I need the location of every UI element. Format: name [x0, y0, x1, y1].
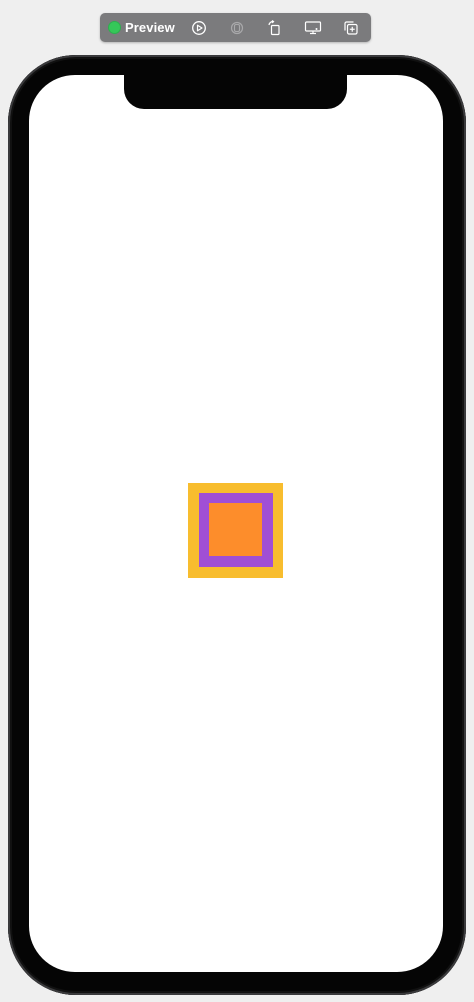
device-notch: [124, 74, 347, 109]
rotate-device-icon[interactable]: [266, 19, 284, 37]
device-settings-icon[interactable]: [304, 19, 322, 37]
preview-canvas: Preview: [0, 0, 474, 1002]
preview-title: Preview: [125, 20, 175, 35]
preview-toolbar: Preview: [100, 13, 371, 42]
preview-variants-icon: [228, 19, 246, 37]
live-status-dot: [108, 21, 121, 34]
duplicate-preview-icon[interactable]: [342, 19, 360, 37]
live-preview-play-icon[interactable]: [190, 19, 208, 37]
inner-square: [209, 503, 262, 556]
